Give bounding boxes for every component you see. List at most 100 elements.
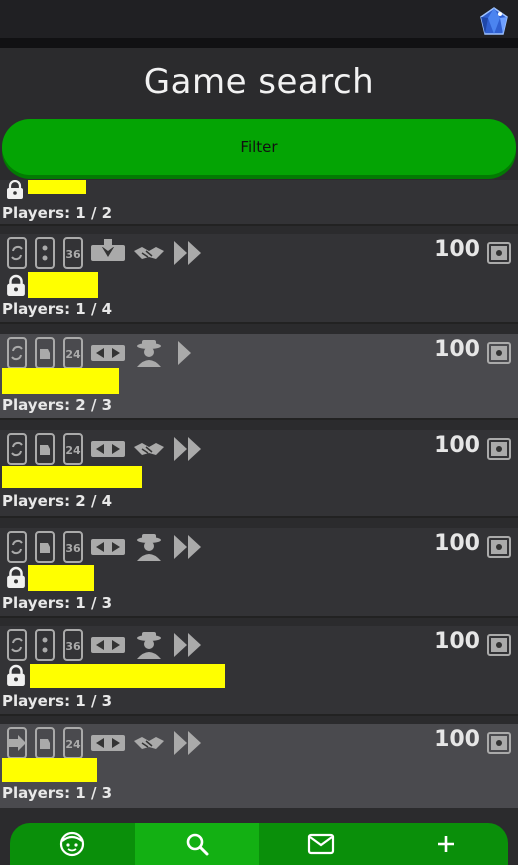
rotate-icon <box>7 433 27 465</box>
transfer-icon <box>91 735 125 751</box>
lock-icon <box>7 180 23 199</box>
money-icon <box>487 634 511 656</box>
players-count: Players: 1 / 3 <box>2 784 113 802</box>
transfer-down-icon <box>91 239 125 261</box>
two-dots-icon <box>35 629 55 661</box>
spy-icon <box>137 632 161 659</box>
player-name-highlight <box>28 180 86 194</box>
stake-amount: 100 <box>434 433 480 458</box>
rule-icons: 24 <box>6 727 210 759</box>
game-row[interactable]: 36 100 Players: 1 / 4 <box>0 234 518 324</box>
player-name-highlight <box>28 565 94 591</box>
stake-amount: 100 <box>434 727 480 752</box>
arrow-right-card-icon <box>7 727 27 759</box>
row-divider <box>0 418 518 420</box>
row-divider <box>0 516 518 518</box>
stake-amount: 100 <box>434 629 480 654</box>
play-icon <box>178 341 191 365</box>
mail-icon <box>308 833 335 855</box>
players-count: Players: 1 / 3 <box>2 692 113 710</box>
lock-icon <box>7 274 25 296</box>
deck-24-icon: 24 <box>63 433 83 465</box>
player-name-highlight <box>2 368 119 394</box>
players-count: Players: 1 / 3 <box>2 594 113 612</box>
gem-icon[interactable] <box>478 6 510 38</box>
game-row[interactable]: 36 100 Players: 1 / 3 <box>0 626 518 716</box>
rotate-icon <box>7 237 27 269</box>
nav-profile-button[interactable] <box>10 823 135 865</box>
hand-card-icon <box>35 727 55 759</box>
rotate-icon <box>7 629 27 661</box>
handshake-icon <box>134 737 164 749</box>
fast-forward-icon <box>174 535 201 559</box>
player-name-highlight <box>2 758 97 782</box>
fast-forward-icon <box>174 437 201 461</box>
rule-icons: 36 <box>6 629 210 661</box>
nav-messages-button[interactable] <box>259 823 384 865</box>
lock-icon <box>7 664 25 686</box>
fast-forward-icon <box>174 633 201 657</box>
players-count: Players: 1 / 4 <box>2 300 113 318</box>
stake-amount: 100 <box>434 531 480 556</box>
hand-card-icon <box>35 337 55 369</box>
rule-icons: 36 <box>6 237 210 269</box>
filter-button[interactable]: Filter <box>2 119 516 175</box>
nav-search-button[interactable] <box>134 823 259 865</box>
money-icon <box>487 342 511 364</box>
game-row[interactable]: 24 100 Players: 1 / 3 <box>0 724 518 808</box>
money-icon <box>487 732 511 754</box>
player-name-highlight <box>30 664 225 688</box>
deck-36-icon: 36 <box>63 629 83 661</box>
svg-text:24: 24 <box>65 444 81 457</box>
spy-icon <box>137 340 161 367</box>
players-count: Players: 2 / 3 <box>2 396 113 414</box>
search-icon <box>186 833 209 856</box>
money-icon <box>487 536 511 558</box>
players-count: Players: 1 / 2 <box>2 204 113 222</box>
players-count: Players: 2 / 4 <box>2 492 113 510</box>
svg-text:36: 36 <box>65 248 81 261</box>
game-row[interactable]: 36 100 Players: 1 / 3 <box>0 528 518 618</box>
stake-amount: 100 <box>434 237 480 262</box>
game-list: Players: 1 / 2 36 100 Players: 1 / 4 24 <box>0 180 518 808</box>
spy-icon <box>137 534 161 561</box>
svg-text:24: 24 <box>65 348 81 361</box>
handshake-icon <box>134 443 164 455</box>
game-row[interactable]: 24 100 Players: 2 / 3 <box>0 334 518 420</box>
svg-text:24: 24 <box>65 738 81 751</box>
hand-card-icon <box>35 433 55 465</box>
two-dots-icon <box>35 237 55 269</box>
bottom-nav <box>10 823 508 865</box>
deck-36-icon: 36 <box>63 237 83 269</box>
player-name-highlight <box>2 466 142 488</box>
rotate-icon <box>7 337 27 369</box>
transfer-icon <box>91 539 125 555</box>
top-bar <box>0 0 518 38</box>
svg-text:36: 36 <box>65 542 81 555</box>
row-divider <box>0 714 518 716</box>
face-icon <box>60 831 85 857</box>
svg-text:36: 36 <box>65 640 81 653</box>
player-name-highlight <box>28 272 98 298</box>
transfer-icon <box>91 345 125 361</box>
row-divider <box>0 224 518 226</box>
row-divider <box>0 616 518 618</box>
lock-icon <box>7 566 25 588</box>
row-divider <box>0 322 518 324</box>
money-icon <box>487 438 511 460</box>
money-icon <box>487 242 511 264</box>
page-title: Game search <box>143 62 375 102</box>
game-row[interactable]: Players: 1 / 2 <box>0 180 518 226</box>
nav-create-button[interactable] <box>384 823 509 865</box>
hand-card-icon <box>35 531 55 563</box>
rule-icons: 36 <box>6 531 210 563</box>
fast-forward-icon <box>174 731 201 755</box>
top-divider <box>0 38 518 48</box>
stake-amount: 100 <box>434 337 480 362</box>
fast-forward-icon <box>174 241 201 265</box>
plus-icon <box>437 836 454 852</box>
game-row[interactable]: 24 100 Players: 2 / 4 <box>0 430 518 518</box>
rotate-icon <box>7 531 27 563</box>
deck-36-icon: 36 <box>63 531 83 563</box>
rule-icons: 24 <box>6 337 210 369</box>
